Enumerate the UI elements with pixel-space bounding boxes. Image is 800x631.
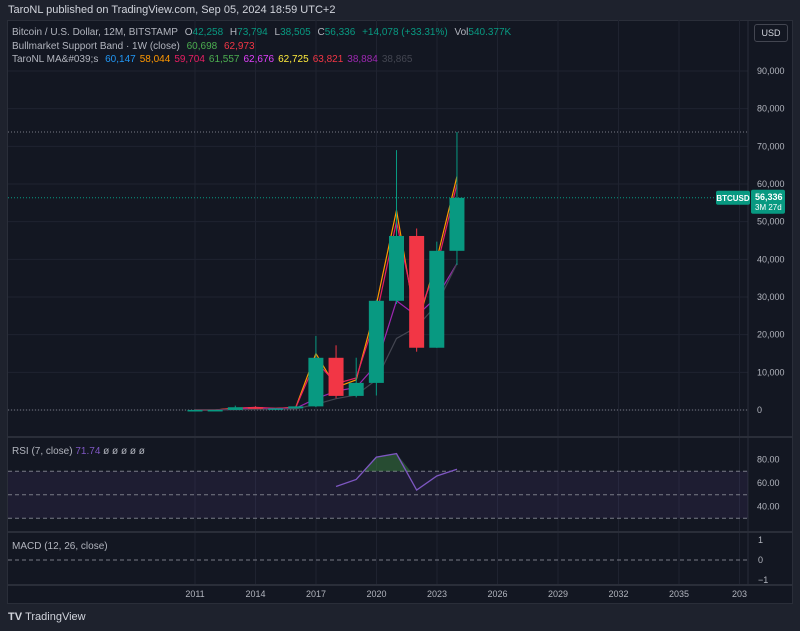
y-tick-label: 90,000 [757,66,785,76]
ma-value: 62,676 [243,54,275,65]
y-tick-label: 70,000 [757,141,785,151]
candle-body [247,407,263,409]
open-value: 42,258 [192,27,224,38]
rsi-tick-label: 60.00 [757,478,780,488]
x-tick-label: 203 [732,589,747,599]
x-tick-label: 2014 [245,589,265,599]
rsi-tick-label: 40.00 [757,502,780,512]
x-tick-label: 2026 [487,589,507,599]
y-tick-label: 10,000 [757,367,785,377]
rsi-tick-label: 80.00 [757,455,780,465]
high-value: 73,794 [237,27,268,38]
close-label: C [317,27,325,38]
band-indicator-name[interactable]: Bullmarket Support Band · 1W (close) [12,41,180,52]
x-tick-label: 2017 [306,589,326,599]
candle-body [227,407,243,410]
low-value: 38,505 [280,27,311,38]
candle-body [288,406,304,409]
ma-value: 58,044 [139,54,171,65]
legend-ma-row: TaroNL MA&#039;s 60,147 58,044 59,704 61,55… [12,53,515,67]
close-value: 56,336 [324,27,356,38]
rsi-label[interactable]: RSI (7, close) [12,446,73,457]
x-tick-label: 2032 [608,589,628,599]
x-tick-label: 2011 [185,589,204,599]
y-tick-label: 50,000 [757,217,785,227]
legend-band-row: Bullmarket Support Band · 1W (close) 60,… [12,40,515,54]
symbol-tag-label: BTCUSD [716,194,750,203]
rsi-legend: RSI (7, close) 71.74 ø ø ø ø ø [12,446,145,457]
macd-tick-label: 1 [758,535,763,545]
tv-logo-icon: TV [8,611,23,623]
candle-body [409,235,425,348]
price-tag-value: 56,336 [755,192,783,202]
band-value: 60,698 [186,40,218,52]
candle-body [308,357,324,407]
rsi-band [8,471,748,519]
ma-value: 60,147 [105,54,136,65]
ma-value: 61,557 [208,54,240,65]
candle-body [368,300,384,383]
candle-body [268,408,284,410]
ma-value: 38,865 [381,54,413,65]
y-tick-label: 30,000 [757,292,785,302]
y-tick-label: 40,000 [757,254,785,264]
ma-value: 62,725 [278,54,309,65]
candle-body [348,382,364,396]
candle-body [207,409,223,412]
symbol-title[interactable]: Bitcoin / U.S. Dollar, 12M, BITSTAMP [12,27,178,38]
x-tick-label: 2035 [669,589,689,599]
candle-body [187,409,203,412]
candle-body [449,197,465,251]
open-label: O [184,27,193,38]
legend: Bitcoin / U.S. Dollar, 12M, BITSTAMP O42… [12,26,515,67]
y-tick-label: 80,000 [757,104,785,114]
price-tag-countdown: 3M 27d [755,203,782,212]
band-value: 62,973 [224,40,255,52]
chart-canvas[interactable]: 2011 2014 2017 2020 2023 2026 2029 2032 2035 203 9… [0,0,800,631]
x-tick-label: 2023 [427,589,447,599]
y-tick-label: 60,000 [757,179,785,189]
candle-body [429,250,445,348]
macd-tick-label: −1 [758,575,768,585]
rsi-extras: ø ø ø ø ø [103,446,145,457]
volume-label: Vol [454,27,469,38]
rsi-value: 71.74 [75,446,101,457]
x-tick-label: 2020 [366,589,386,599]
volume-value: 540.377K [468,27,512,38]
ma-indicator-name[interactable]: TaroNL MA&#039;s [12,54,98,65]
ma-value: 59,704 [174,54,205,65]
ma-value: 38,884 [347,54,378,65]
tradingview-logo[interactable]: TV TradingView [8,611,86,623]
macd-label[interactable]: MACD (12, 26, close) [12,541,108,552]
currency-button[interactable]: USD [754,24,788,42]
macd-tick-label: 0 [758,555,763,565]
legend-symbol-row: Bitcoin / U.S. Dollar, 12M, BITSTAMP O42… [12,26,515,40]
x-tick-label: 2029 [548,589,568,599]
candle-body [328,357,344,396]
y-tick-label: 0 [757,405,762,415]
change-value: +14,078 (+33.31%) [362,27,448,38]
y-tick-label: 20,000 [757,330,785,340]
candle-body [389,235,404,301]
ma-value: 63,821 [312,54,344,65]
tradingview-brand: TradingView [25,611,86,623]
